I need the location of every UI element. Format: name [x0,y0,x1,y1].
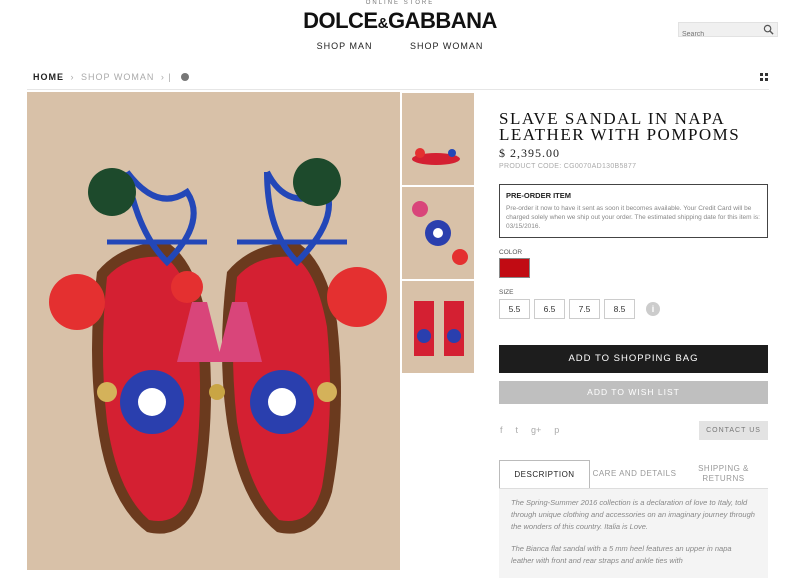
search-box [678,22,778,41]
breadcrumb-dot-icon[interactable] [181,73,190,81]
color-label: COLOR [499,249,523,256]
preorder-body: Pre-order it now to have it sent as soon… [506,205,760,230]
preorder-notice: PRE-ORDER ITEM Pre-order it now to have … [499,184,768,238]
contact-us-button[interactable]: CONTACT US [699,421,768,440]
facebook-icon[interactable]: f [500,425,503,435]
product-tabs: DESCRIPTION CARE AND DETAILS SHIPPING & … [499,460,768,489]
description-content: The Spring-Summer 2016 collection is a d… [499,489,768,578]
preorder-heading: PRE-ORDER ITEM [506,191,572,200]
online-store-label: ONLINE STORE [365,0,435,6]
sandal-illustration [27,92,400,570]
thumbnail-strip [401,92,475,374]
product-price: $ 2,395.00 [499,146,560,160]
size-option-7-5[interactable]: 7.5 [569,299,600,319]
description-paragraph-1: The Spring-Summer 2016 collection is a d… [511,498,755,531]
google-plus-icon[interactable]: g+ [531,425,541,435]
nav-shop-man[interactable]: SHOP MAN [317,41,373,51]
add-to-wishlist-button[interactable]: ADD TO WISH LIST [499,381,768,404]
add-to-bag-button[interactable]: ADD TO SHOPPING BAG [499,345,768,373]
breadcrumb-trail: › | [160,72,172,82]
brand-left: DOLCE [303,8,378,33]
size-label: SIZE [499,289,514,296]
product-code: PRODUCT CODE: CG0070AD130B5877 [499,163,637,170]
size-selector: 5.5 6.5 7.5 8.5 i [499,299,660,319]
search-icon[interactable] [763,24,774,35]
brand-right: GABBANA [387,8,497,33]
thumbnail-2[interactable] [401,186,475,280]
size-option-8-5[interactable]: 8.5 [604,299,635,319]
color-swatch-red[interactable] [499,258,530,278]
description-paragraph-2: The Bianca flat sandal with a 5 mm heel … [511,544,732,565]
social-share: f t g+ p [500,425,559,435]
nav-shop-woman[interactable]: SHOP WOMAN [410,41,483,51]
breadcrumb: HOME › SHOP WOMAN › | [33,72,190,82]
pinterest-icon[interactable]: p [554,425,559,435]
twitter-icon[interactable]: t [516,425,519,435]
breadcrumb-shop-woman[interactable]: SHOP WOMAN [81,72,154,82]
tab-care-and-details[interactable]: CARE AND DETAILS [590,460,679,488]
product-main-image[interactable] [27,92,400,570]
breadcrumb-separator: › [70,72,75,82]
thumbnail-1[interactable] [401,92,475,186]
size-guide-info-icon[interactable]: i [646,302,660,316]
breadcrumb-home[interactable]: HOME [33,72,64,82]
search-input[interactable] [679,28,759,41]
thumbnail-3[interactable] [401,280,475,374]
tab-shipping-returns[interactable]: SHIPPING & RETURNS [679,460,768,488]
main-nav: SHOP MAN SHOP WOMAN [0,41,800,51]
size-option-6-5[interactable]: 6.5 [534,299,565,319]
product-title: SLAVE SANDAL IN NAPA LEATHER WITH POMPOM… [499,109,741,144]
grid-view-icon[interactable] [760,73,768,81]
brand-amp: & [377,15,389,32]
size-option-5-5[interactable]: 5.5 [499,299,530,319]
tab-description[interactable]: DESCRIPTION [499,460,590,488]
header-divider [27,89,769,90]
